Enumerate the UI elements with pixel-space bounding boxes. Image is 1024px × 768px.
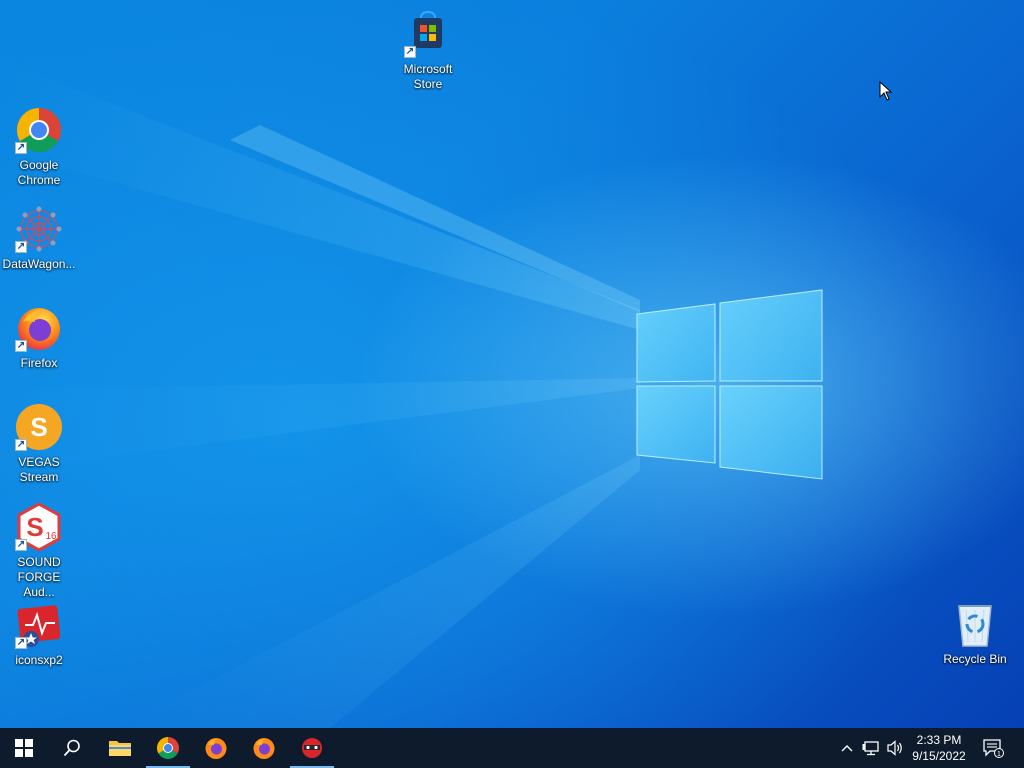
- notification-icon: 1: [983, 739, 1004, 758]
- vegas-stream-icon: S ↗: [15, 403, 63, 451]
- firefox-icon: [253, 738, 275, 759]
- sound-forge-icon: S 16 ↗: [15, 502, 63, 552]
- sound-forge-letter: S: [26, 512, 43, 542]
- notification-count: 1: [997, 751, 1001, 758]
- firefox-icon: ↗: [15, 304, 63, 352]
- show-hidden-icons-button[interactable]: [838, 728, 856, 768]
- sound-forge-version: 16: [45, 531, 57, 542]
- iconsxp2-icon: ↗: [15, 601, 63, 649]
- desktop-icon-recycle-bin[interactable]: Recycle Bin: [937, 600, 1013, 667]
- desktop-icon-label: Microsoft Store: [403, 62, 453, 91]
- shortcut-arrow-icon: ↗: [15, 539, 27, 551]
- firefox-icon: [205, 738, 227, 759]
- folder-icon: [109, 741, 131, 756]
- desktop-icon-sound-forge[interactable]: S 16 ↗ SOUND FORGE Aud...: [1, 502, 77, 600]
- chrome-icon: ↗: [15, 106, 63, 154]
- desktop-icon-google-chrome[interactable]: ↗ Google Chrome: [1, 106, 77, 188]
- windows-logo-icon: [15, 739, 33, 757]
- start-button[interactable]: [0, 728, 48, 768]
- taskbar-chrome[interactable]: [144, 728, 192, 768]
- chrome-icon: [157, 737, 179, 759]
- desktop-icon-label: DataWagon...: [2, 257, 76, 271]
- taskbar-firefox-2[interactable]: [240, 728, 288, 768]
- volume-tray-button[interactable]: [884, 728, 906, 768]
- chevron-up-icon: [841, 745, 853, 752]
- clock-time: 2:33 PM: [916, 733, 962, 747]
- desktop-icon-label: Google Chrome: [17, 158, 61, 187]
- speaker-icon: [887, 740, 902, 756]
- desktop-wallpaper: [0, 0, 1024, 728]
- app-icon: [302, 738, 322, 758]
- mouse-cursor-icon: [879, 81, 893, 101]
- taskbar-firefox-1[interactable]: [192, 728, 240, 768]
- shortcut-arrow-icon: ↗: [15, 637, 27, 649]
- shortcut-arrow-icon: ↗: [15, 439, 27, 451]
- shortcut-arrow-icon: ↗: [15, 241, 27, 253]
- action-center-button[interactable]: 1: [978, 728, 1008, 768]
- taskbar: 2:33 PM 9/15/2022 1: [0, 728, 1024, 768]
- desktop-icon-label: Firefox: [20, 356, 58, 370]
- network-icon: [862, 741, 879, 756]
- shortcut-arrow-icon: ↗: [15, 142, 27, 154]
- desktop-icon-label: VEGAS Stream: [18, 455, 60, 484]
- desktop-icon-iconsxp2[interactable]: ↗ iconsxp2: [1, 601, 77, 668]
- desktop-icon-datawagon[interactable]: ↗ DataWagon...: [1, 205, 77, 272]
- desktop-icon-label: Recycle Bin: [943, 652, 1007, 666]
- taskbar-iconsxp-app[interactable]: [288, 728, 336, 768]
- taskbar-file-explorer[interactable]: [96, 728, 144, 768]
- vegas-letter: S: [30, 412, 47, 442]
- desktop-icon-label: iconsxp2: [15, 653, 63, 667]
- network-tray-button[interactable]: [860, 728, 882, 768]
- clock[interactable]: 2:33 PM 9/15/2022: [906, 728, 972, 768]
- desktop-icon-microsoft-store[interactable]: ↗ Microsoft Store: [390, 10, 466, 92]
- datawagon-icon: ↗: [15, 205, 63, 253]
- search-button[interactable]: [48, 728, 96, 768]
- microsoft-store-icon: ↗: [404, 10, 452, 58]
- shortcut-arrow-icon: ↗: [404, 46, 416, 58]
- wallpaper-light-beams: [0, 60, 823, 728]
- recycle-bin-icon: [951, 600, 999, 648]
- desktop-icon-label: SOUND FORGE Aud...: [17, 555, 61, 599]
- desktop-icon-firefox[interactable]: ↗ Firefox: [1, 304, 77, 371]
- clock-date: 9/15/2022: [912, 749, 966, 763]
- search-icon: [63, 739, 80, 757]
- shortcut-arrow-icon: ↗: [15, 340, 27, 352]
- desktop-icon-vegas-stream[interactable]: S ↗ VEGAS Stream: [1, 403, 77, 485]
